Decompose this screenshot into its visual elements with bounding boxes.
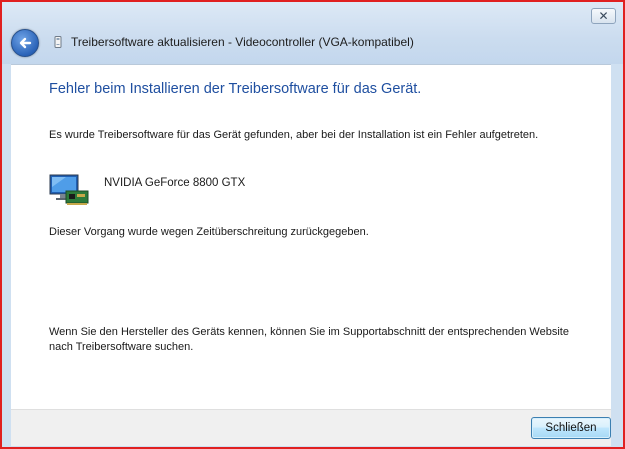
close-button[interactable]: Schließen (531, 417, 611, 439)
dialog-window: ✕ Treibersoftware aktualisieren - Videoc… (0, 0, 625, 449)
device-name: NVIDIA GeForce 8800 GTX (104, 177, 246, 189)
display-adapter-icon (49, 174, 89, 205)
driver-icon (54, 36, 62, 48)
footer-bar: Schließen (11, 409, 611, 446)
page-title: Fehler beim Installieren der Treibersoft… (49, 81, 422, 97)
error-detail: Dieser Vorgang wurde wegen Zeitüberschre… (49, 226, 369, 238)
window-close-button[interactable]: ✕ (591, 8, 616, 24)
window-title: Treibersoftware aktualisieren - Videocon… (71, 35, 414, 49)
back-arrow-icon (19, 37, 32, 49)
title-bar: ✕ Treibersoftware aktualisieren - Videoc… (2, 2, 623, 64)
content-area: Fehler beim Installieren der Treibersoft… (11, 64, 611, 409)
hint-text: Wenn Sie den Hersteller des Geräts kenne… (49, 326, 569, 353)
error-message: Es wurde Treibersoftware für das Gerät g… (49, 129, 539, 141)
back-button[interactable] (11, 29, 39, 57)
close-icon: ✕ (598, 9, 609, 23)
